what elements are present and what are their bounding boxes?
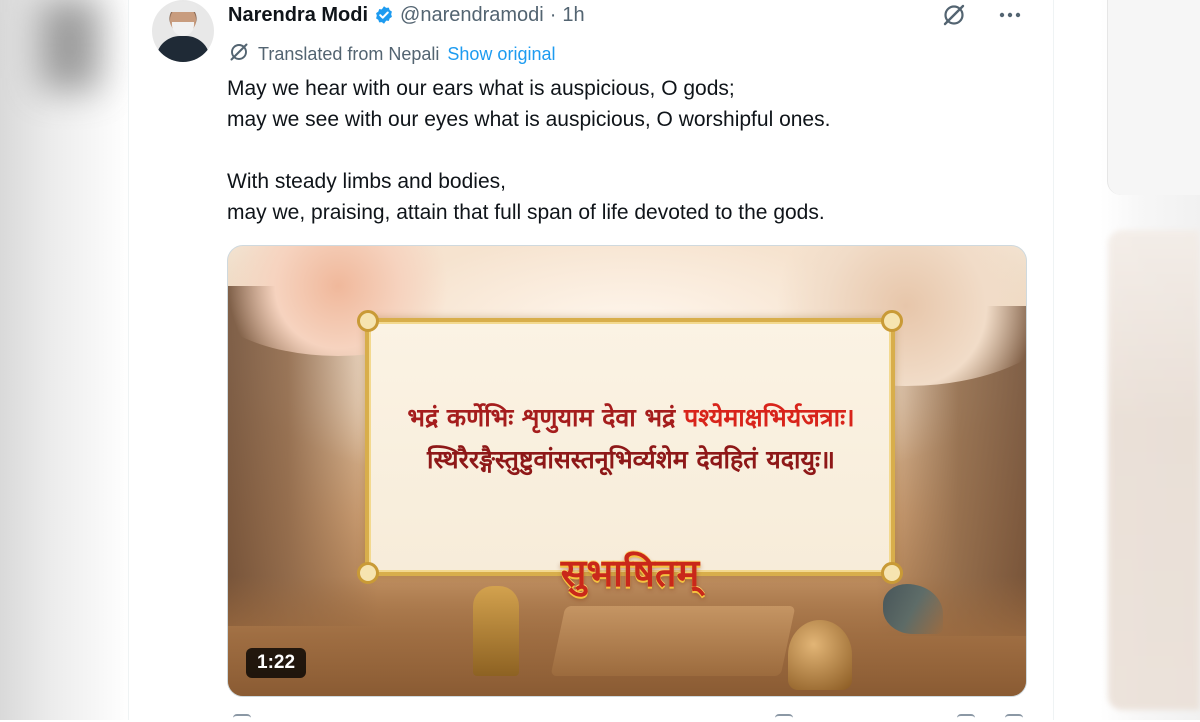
adjacent-card-top [1107,0,1200,195]
manuscripts [550,606,796,676]
adjacent-card-image [1108,230,1200,710]
brass-pot [788,620,852,690]
bookmark-icon[interactable] [957,714,975,722]
tweet-actions-top [940,2,1024,28]
verse-line1-a: भद्रं कर्णेभिः शृणुयाम देवा भद्रं [407,403,685,432]
tweet-text: May we hear with our ears what is auspic… [227,73,1027,228]
sanskrit-verse-line1: भद्रं कर्णेभिः शृणुयाम देवा भद्रं पश्येम… [381,400,881,434]
translate-icon [228,41,250,68]
background-blur [40,0,100,90]
video-duration-badge: 1:22 [246,648,307,678]
separator-dot: · [549,3,557,26]
grok-icon[interactable] [940,2,968,28]
tweet-text-line: may we see with our eyes what is auspici… [227,108,831,131]
translation-label: Translated from Nepali [258,44,440,64]
sanskrit-verse-line2: स्थिरैरङ्गैस्तुष्टुवांसस्तनूभिर्व्यशेम द… [426,445,836,474]
tweet-text-line: may we, praising, attain that full span … [227,201,825,224]
more-icon[interactable] [996,2,1024,28]
tweet-text-line: With steady limbs and bodies, [227,170,506,193]
author-name[interactable]: Narendra Modi [228,4,368,27]
views-icon[interactable] [775,714,793,722]
verified-badge-icon[interactable] [374,5,394,25]
reply-icon[interactable] [233,714,251,722]
verse-frame: भद्रं कर्णेभिः शृणुयाम देवा भद्रं पश्येम… [357,310,903,584]
author-handle[interactable]: @narendramodi [400,4,544,27]
tweet-text-line: May we hear with our ears what is auspic… [227,77,735,100]
tweet-header: Narendra Modi @narendramodi · 1h [228,2,585,28]
verse-line1-b: पश्येमाक्षभिर्यजत्राः। [684,403,855,432]
translation-notice: Translated from Nepali Show original [228,41,555,68]
tweet-action-bar [227,712,1027,720]
video-player[interactable]: भद्रं कर्णेभिः शृणुयाम देवा भद्रं पश्येम… [227,245,1027,697]
show-original-link[interactable]: Show original [447,44,555,65]
video-title-emblem: सुभाषितम् [560,550,700,595]
share-icon[interactable] [1005,714,1023,722]
background-left [0,0,130,720]
tweet-time[interactable]: 1h [562,4,584,27]
avatar[interactable] [152,0,214,62]
